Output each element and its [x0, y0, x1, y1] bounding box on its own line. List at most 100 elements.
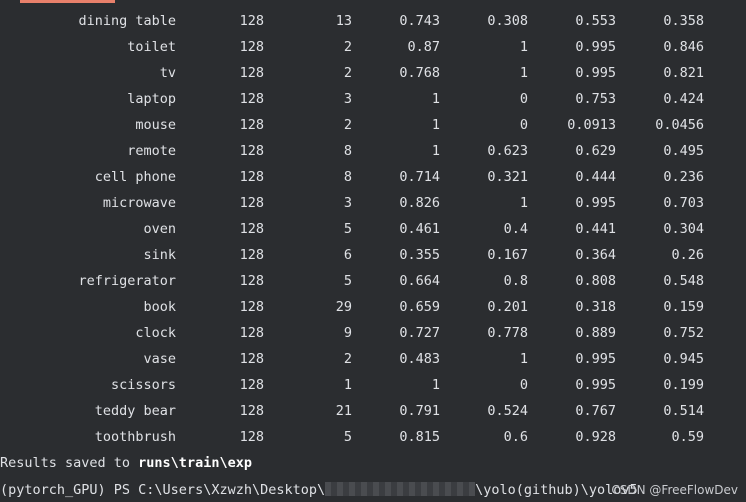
results-path[interactable]: runs\train\exp	[138, 455, 252, 471]
metric-cell: 8	[343, 169, 352, 185]
metric-cell: 5	[343, 273, 352, 289]
metric-cell: 0.236	[663, 169, 704, 185]
metric-cell: 0.743	[399, 13, 440, 29]
class-name-cell: refrigerator	[78, 273, 176, 289]
metric-cell: 0.159	[663, 299, 704, 315]
metric-cell: 0.8	[503, 273, 528, 289]
metric-cell: 5	[343, 221, 352, 237]
metric-cell: 128	[239, 169, 264, 185]
watermark: CSDN @FreeFlowDev	[611, 483, 738, 497]
metric-cell: 0.703	[663, 195, 704, 211]
metric-cell: 128	[239, 195, 264, 211]
metric-cell: 0.791	[399, 403, 440, 419]
results-saved-line: Results saved to runs\train\exp	[0, 451, 252, 475]
metric-cell: 0.358	[663, 13, 704, 29]
metric-cell: 128	[239, 273, 264, 289]
metric-cell: 0.355	[399, 247, 440, 263]
table-row: vase 128 2 0.483 1 0.995 0.945	[0, 346, 746, 372]
metric-cell: 13	[335, 13, 352, 29]
metric-cell: 0.659	[399, 299, 440, 315]
metric-cell: 8	[343, 143, 352, 159]
metric-cell: 0.889	[575, 325, 616, 341]
table-row: oven 128 5 0.461 0.4 0.441 0.304	[0, 216, 746, 242]
metric-cell: 1	[431, 143, 440, 159]
table-row: mouse 128 2 1 0 0.0913 0.0456	[0, 112, 746, 138]
metric-cell: 1	[519, 351, 528, 367]
class-name-cell: cell phone	[94, 169, 176, 185]
table-row: clock 128 9 0.727 0.778 0.889 0.752	[0, 320, 746, 346]
table-row: scissors 128 1 1 0 0.995 0.199	[0, 372, 746, 398]
class-name-cell: tv	[159, 65, 176, 81]
table-row: toilet 128 2 0.87 1 0.995 0.846	[0, 34, 746, 60]
metric-cell: 0.945	[663, 351, 704, 367]
metric-cell: 0.995	[575, 351, 616, 367]
class-name-cell: dining table	[78, 13, 176, 29]
class-name-cell: book	[143, 299, 176, 315]
metric-cell: 0.753	[575, 91, 616, 107]
metric-cell: 0.201	[487, 299, 528, 315]
metric-cell: 0.424	[663, 91, 704, 107]
active-tab-indicator	[20, 0, 115, 3]
terminal-prompt[interactable]: (pytorch_GPU) PS C:\Users\Xzwzh\Desktop\…	[0, 478, 638, 502]
metric-cell: 0.995	[575, 65, 616, 81]
metric-cell: 0.167	[487, 247, 528, 263]
metric-cell: 0.548	[663, 273, 704, 289]
metric-cell: 0.4	[503, 221, 528, 237]
metric-cell: 6	[343, 247, 352, 263]
table-row: cell phone 128 8 0.714 0.321 0.444 0.236	[0, 164, 746, 190]
metric-cell: 0.495	[663, 143, 704, 159]
metric-cell: 0.778	[487, 325, 528, 341]
class-name-cell: vase	[143, 351, 176, 367]
metric-cell: 0.629	[575, 143, 616, 159]
metric-cell: 0.826	[399, 195, 440, 211]
metric-cell: 0.0913	[567, 117, 616, 133]
metric-cell: 128	[239, 221, 264, 237]
validation-results-table: dining table 128 13 0.743 0.308 0.553 0.358 toi…	[0, 8, 746, 450]
metric-cell: 0.26	[671, 247, 704, 263]
table-row: book 128 29 0.659 0.201 0.318 0.159	[0, 294, 746, 320]
metric-cell: 128	[239, 13, 264, 29]
class-name-cell: teddy bear	[94, 403, 176, 419]
table-row: laptop 128 3 1 0 0.753 0.424	[0, 86, 746, 112]
class-name-cell: toothbrush	[94, 429, 176, 445]
metric-cell: 0.768	[399, 65, 440, 81]
metric-cell: 0.808	[575, 273, 616, 289]
class-name-cell: mouse	[135, 117, 176, 133]
metric-cell: 128	[239, 325, 264, 341]
metric-cell: 0.524	[487, 403, 528, 419]
metric-cell: 0.483	[399, 351, 440, 367]
metric-cell: 2	[343, 117, 352, 133]
metric-cell: 1	[431, 117, 440, 133]
metric-cell: 128	[239, 39, 264, 55]
class-name-cell: clock	[135, 325, 176, 341]
metric-cell: 0	[519, 117, 528, 133]
redacted-path-segment	[325, 482, 476, 496]
metric-cell: 128	[239, 429, 264, 445]
metric-cell: 0.308	[487, 13, 528, 29]
metric-cell: 0.752	[663, 325, 704, 341]
metric-cell: 0.821	[663, 65, 704, 81]
results-prefix: Results saved to	[0, 455, 139, 471]
metric-cell: 3	[343, 91, 352, 107]
table-row: microwave 128 3 0.826 1 0.995 0.703	[0, 190, 746, 216]
metric-cell: 128	[239, 91, 264, 107]
metric-cell: 1	[343, 377, 352, 393]
metric-cell: 0.928	[575, 429, 616, 445]
metric-cell: 0.995	[575, 39, 616, 55]
metric-cell: 9	[343, 325, 352, 341]
metric-cell: 2	[343, 65, 352, 81]
table-row: toothbrush 128 5 0.815 0.6 0.928 0.59	[0, 424, 746, 450]
metric-cell: 0.444	[575, 169, 616, 185]
metric-cell: 0.0456	[655, 117, 704, 133]
metric-cell: 0.553	[575, 13, 616, 29]
metric-cell: 0.6	[503, 429, 528, 445]
metric-cell: 0.364	[575, 247, 616, 263]
metric-cell: 128	[239, 247, 264, 263]
metric-cell: 0.321	[487, 169, 528, 185]
metric-cell: 0.846	[663, 39, 704, 55]
table-row: sink 128 6 0.355 0.167 0.364 0.26	[0, 242, 746, 268]
metric-cell: 0.441	[575, 221, 616, 237]
metric-cell: 3	[343, 195, 352, 211]
metric-cell: 0.767	[575, 403, 616, 419]
class-name-cell: microwave	[102, 195, 176, 211]
